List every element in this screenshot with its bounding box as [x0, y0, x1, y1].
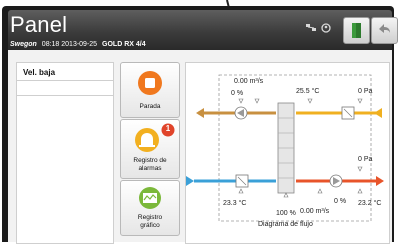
- stop-label: Parada: [139, 103, 161, 110]
- intake-temp-value: 23.3 °C: [223, 199, 246, 207]
- extract-pressure-value: 0 Pa: [358, 88, 373, 95]
- supply-fan-percent: 0 %: [334, 198, 346, 205]
- supply-temp-value: 23.2 °C: [358, 199, 381, 207]
- graph-label-line1: Registro: [137, 214, 163, 221]
- alarm-label-line2: alarmas: [138, 165, 162, 172]
- sidebar: Vel. baja: [16, 62, 114, 244]
- brand-name: Swegon: [10, 41, 37, 48]
- sidebar-item-empty: [17, 81, 113, 96]
- exchanger-percent: 100 %: [276, 210, 296, 217]
- extract-temp-value: 25.5 °C: [296, 87, 319, 95]
- page-title: Panel: [10, 12, 68, 37]
- datetime-text: 08:18 2013-09-25: [41, 41, 98, 48]
- extract-arrow-icon: [374, 108, 382, 118]
- model-text: GOLD RX 4/4: [102, 41, 146, 48]
- door-icon: [352, 23, 361, 38]
- status-line: Swegon 08:18 2013-09-25 GOLD RX 4/4: [10, 41, 146, 48]
- alarm-log-button[interactable]: 1 Registro de alarmas: [120, 119, 180, 179]
- diagram-caption: Diagrama de flujo: [258, 221, 313, 228]
- exhaust-arrow-icon: [196, 108, 204, 118]
- extract-flow-value: 0.00 m³/s: [234, 78, 264, 85]
- graph-label-line2: gráfico: [140, 222, 160, 229]
- intake-arrow-icon: [186, 176, 194, 186]
- door-button[interactable]: [343, 17, 370, 44]
- supply-flow-value: 0.00 m³/s: [300, 208, 330, 215]
- flow-diagram: 0.00 m³/s 0 % 25.5 °C 0 Pa 0 Pa 23.3 °C …: [186, 74, 384, 228]
- graph-log-button[interactable]: Registro gráfico: [120, 180, 180, 236]
- supply-arrow-icon: [376, 176, 384, 186]
- back-button[interactable]: [371, 17, 398, 44]
- alarm-label-line1: Registro de: [133, 157, 167, 164]
- extract-fan-percent: 0 %: [231, 90, 243, 97]
- status-icons: [305, 22, 335, 36]
- stop-icon: [138, 71, 162, 95]
- stop-button[interactable]: Parada: [120, 62, 180, 118]
- supply-pressure-value: 0 Pa: [358, 156, 373, 163]
- network-icon: [306, 23, 331, 33]
- flow-diagram-panel[interactable]: 0.00 m³/s 0 % 25.5 °C 0 Pa 0 Pa 23.3 °C …: [185, 62, 390, 244]
- sidebar-item-speed[interactable]: Vel. baja: [17, 63, 113, 81]
- back-arrow-icon: [379, 24, 390, 33]
- graph-icon: [139, 187, 161, 209]
- alarm-count: 1: [165, 124, 171, 133]
